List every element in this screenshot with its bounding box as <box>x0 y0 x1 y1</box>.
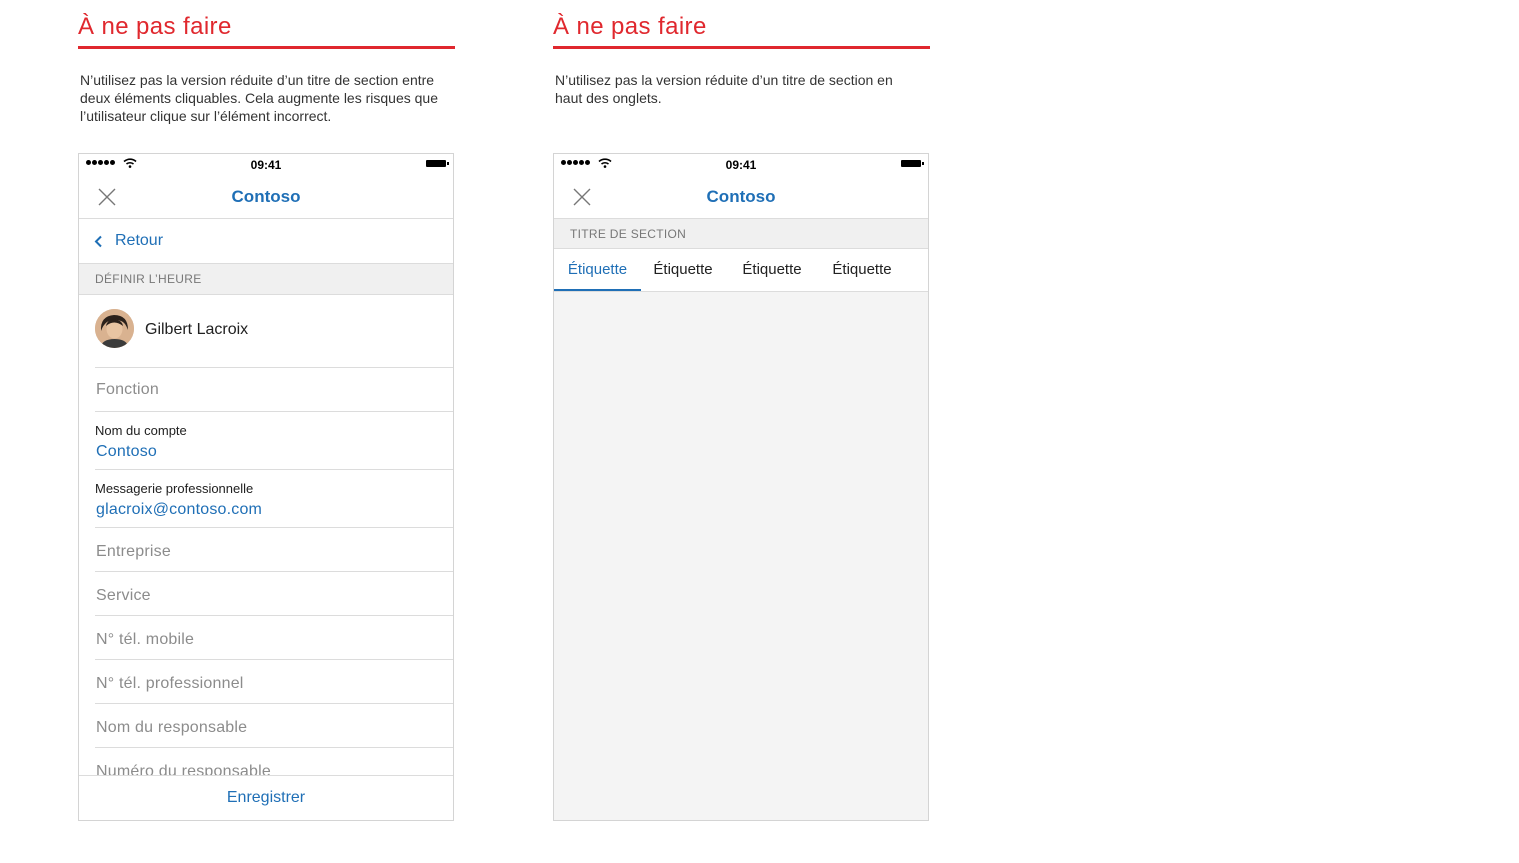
manager-name-field[interactable]: Nom du responsable <box>95 703 453 747</box>
section-title: TITRE DE SECTION <box>570 227 687 241</box>
dont-description: N’utilisez pas la version réduite d’un t… <box>80 72 438 124</box>
account-name-field[interactable]: Nom du compte Contoso <box>95 411 453 469</box>
phone-mockup: 09:41 Contoso Retour DÉFINIR L’HEURE Gil… <box>78 153 454 821</box>
battery-icon <box>426 160 449 167</box>
heading-underline <box>553 46 930 49</box>
tab-etiquette-4[interactable]: Étiquette <box>817 249 907 291</box>
company-field[interactable]: Entreprise <box>95 527 453 571</box>
work-phone-placeholder: N° tél. professionnel <box>96 675 244 692</box>
section-header: TITRE DE SECTION <box>554 219 928 249</box>
manager-name-placeholder: Nom du responsable <box>96 719 248 736</box>
dont-heading: À ne pas faire <box>78 13 232 40</box>
status-bar: 09:41 <box>554 154 928 176</box>
job-title-field[interactable]: Fonction <box>95 367 453 411</box>
job-title-placeholder: Fonction <box>96 381 159 398</box>
battery-icon <box>901 160 924 167</box>
chevron-left-icon <box>94 235 102 248</box>
status-time: 09:41 <box>725 158 757 172</box>
section-header: DÉFINIR L’HEURE <box>79 264 453 295</box>
nav-title: Contoso <box>231 187 301 206</box>
work-email-value: glacroix@contoso.com <box>96 501 263 518</box>
back-button[interactable]: Retour <box>79 219 453 264</box>
company-placeholder: Entreprise <box>96 543 171 560</box>
work-email-label: Messagerie professionnelle <box>95 481 254 496</box>
section-title: DÉFINIR L’HEURE <box>95 272 202 286</box>
avatar <box>95 309 134 348</box>
tab-etiquette-2[interactable]: Étiquette <box>641 249 725 291</box>
mobile-phone-field[interactable]: N° tél. mobile <box>95 615 453 659</box>
dont-heading: À ne pas faire <box>553 13 707 40</box>
phone-mockup: 09:41 Contoso TITRE DE SECTION Étiquette… <box>553 153 929 821</box>
back-label: Retour <box>115 232 164 249</box>
heading-underline <box>78 46 455 49</box>
account-name-label: Nom du compte <box>95 423 187 438</box>
status-bar: 09:41 <box>79 154 453 176</box>
tab-etiquette-1[interactable]: Étiquette <box>554 249 641 291</box>
tab-etiquette-3[interactable]: Étiquette <box>727 249 817 291</box>
dont-description: N’utilisez pas la version réduite d’un t… <box>555 72 893 106</box>
work-phone-field[interactable]: N° tél. professionnel <box>95 659 453 703</box>
contact-name: Gilbert Lacroix <box>145 321 249 338</box>
department-placeholder: Service <box>96 587 151 604</box>
nav-bar: Contoso <box>79 176 453 219</box>
work-email-field[interactable]: Messagerie professionnelle glacroix@cont… <box>95 469 453 527</box>
status-time: 09:41 <box>250 158 282 172</box>
account-name-value: Contoso <box>96 443 157 460</box>
tab-content-area <box>554 292 928 820</box>
department-field[interactable]: Service <box>95 571 453 615</box>
save-label: Enregistrer <box>226 789 306 806</box>
contact-row[interactable]: Gilbert Lacroix <box>79 295 453 367</box>
save-button[interactable]: Enregistrer <box>79 775 453 820</box>
tab-bar: Étiquette Étiquette Étiquette Étiquette <box>554 249 928 292</box>
nav-bar: Contoso <box>554 176 928 219</box>
nav-title: Contoso <box>706 187 776 206</box>
mobile-phone-placeholder: N° tél. mobile <box>96 631 195 648</box>
